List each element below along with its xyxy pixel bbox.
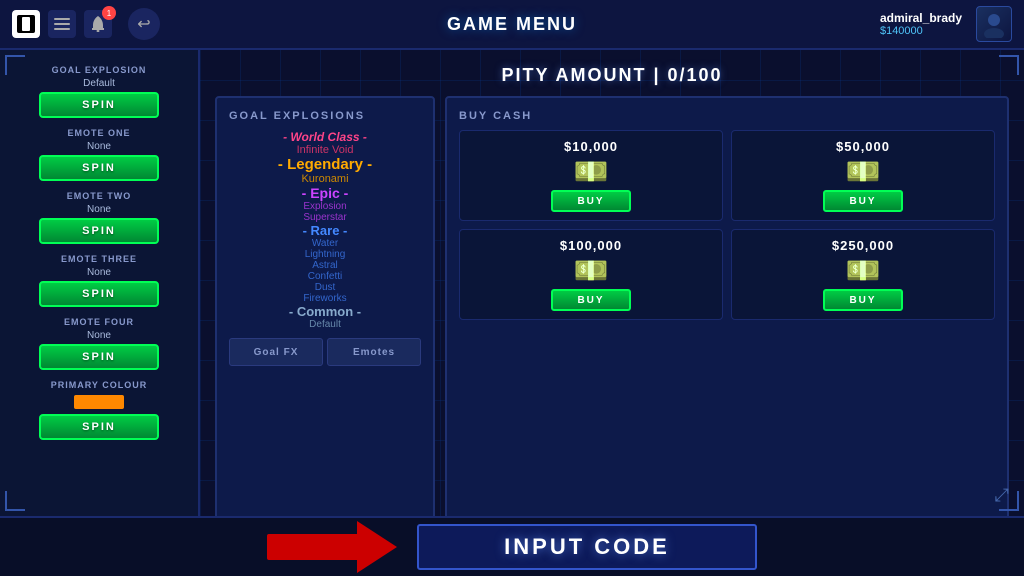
money-stack-1: 💵 <box>846 158 881 186</box>
buy-btn-2[interactable]: BUY <box>551 289 631 311</box>
rarity-epic-items: ExplosionSuperstar <box>229 201 421 223</box>
buy-cash-panel: BUY CASH $10,000 💵 BUY $50,000 💵 BUY $10… <box>445 96 1009 561</box>
arrow-head <box>357 521 397 573</box>
red-arrow-container <box>267 521 397 573</box>
goal-explosion-section: GOAL EXPLOSION Default SPIN <box>20 65 178 118</box>
goal-explosion-label: GOAL EXPLOSION <box>52 65 147 75</box>
goal-explosion-value: Default <box>83 78 115 89</box>
emote-four-label: EMOTE FOUR <box>64 317 134 327</box>
emote-two-label: EMOTE TWO <box>67 191 132 201</box>
emote-four-section: EMOTE FOUR None SPIN <box>20 317 178 370</box>
menu-icon[interactable] <box>48 10 76 38</box>
buy-price-3: $250,000 <box>832 238 894 253</box>
emote-three-value: None <box>87 267 111 278</box>
left-sidebar: GOAL EXPLOSION Default SPIN EMOTE ONE No… <box>0 50 200 576</box>
emote-four-spin-btn[interactable]: SPIN <box>39 344 159 370</box>
buy-cash-title: BUY CASH <box>459 110 995 122</box>
primary-colour-label: PRIMARY COLOUR <box>51 380 148 390</box>
notification-icon[interactable]: 1 <box>84 10 112 38</box>
expand-icon[interactable]: ⤢ <box>995 485 1009 506</box>
money-stack-3: 💵 <box>846 257 881 285</box>
goal-explosion-spin-btn[interactable]: SPIN <box>39 92 159 118</box>
tab-emotes[interactable]: Emotes <box>327 338 421 366</box>
buy-item-3: $250,000 💵 BUY <box>731 229 995 320</box>
main-content: GOAL EXPLOSION Default SPIN EMOTE ONE No… <box>0 50 1024 576</box>
back-button[interactable]: ↩ <box>128 8 160 40</box>
rarity-rare: - Rare - <box>229 223 421 238</box>
emote-four-value: None <box>87 330 111 341</box>
notification-badge: 1 <box>102 6 116 20</box>
goal-explosions-title: GOAL EXPLOSIONS <box>229 110 421 122</box>
buy-price-0: $10,000 <box>564 139 618 154</box>
money-stack-2: 💵 <box>574 257 609 285</box>
buy-item-1: $50,000 💵 BUY <box>731 130 995 221</box>
rarity-world-class-item-0: Infinite Void <box>229 144 421 156</box>
goal-explosions-panel: GOAL EXPLOSIONS - World Class - Infinite… <box>215 96 435 561</box>
rarity-legendary-item-0: Kuronami <box>229 173 421 185</box>
input-code-text: INPUT CODE <box>504 534 670 560</box>
rarity-legendary: - Legendary - <box>229 156 421 173</box>
rarity-epic: - Epic - <box>229 185 421 201</box>
top-bar-left: 1 GAME MENU ↩ <box>12 8 160 40</box>
tab-goal-fx[interactable]: Goal FX <box>229 338 323 366</box>
money-stack-0: 💵 <box>574 158 609 186</box>
buy-item-2: $100,000 💵 BUY <box>459 229 723 320</box>
primary-colour-spin-btn[interactable]: SPIN <box>39 414 159 440</box>
buy-cash-grid: $10,000 💵 BUY $50,000 💵 BUY $100,000 💵 B… <box>459 130 995 320</box>
top-bar: 1 GAME MENU ↩ admiral_brady $140000 <box>0 0 1024 50</box>
buy-item-0: $10,000 💵 BUY <box>459 130 723 221</box>
emote-one-label: EMOTE ONE <box>67 128 130 138</box>
rarity-rare-items: WaterLightningAstralConfettiDustFirework… <box>229 238 421 304</box>
roblox-icon[interactable] <box>12 10 40 38</box>
user-balance: $140000 <box>880 25 962 37</box>
center-panel: PITY AMOUNT | 0/100 GOAL EXPLOSIONS - Wo… <box>200 50 1024 576</box>
tab-row: Goal FX Emotes <box>229 338 421 366</box>
arrow-shaft <box>267 534 357 560</box>
bottom-bar: INPUT CODE <box>0 516 1024 576</box>
primary-colour-swatch <box>74 395 124 409</box>
emote-two-section: EMOTE TWO None SPIN <box>20 191 178 244</box>
emote-three-label: EMOTE THREE <box>61 254 137 264</box>
emote-one-section: EMOTE ONE None SPIN <box>20 128 178 181</box>
game-menu-title: GAME MENU <box>447 14 577 35</box>
emote-one-spin-btn[interactable]: SPIN <box>39 155 159 181</box>
emote-two-spin-btn[interactable]: SPIN <box>39 218 159 244</box>
user-info: admiral_brady $140000 <box>880 6 1012 42</box>
panels-row: GOAL EXPLOSIONS - World Class - Infinite… <box>215 96 1009 561</box>
username: admiral_brady <box>880 11 962 25</box>
emote-one-value: None <box>87 141 111 152</box>
buy-btn-3[interactable]: BUY <box>823 289 903 311</box>
emote-three-spin-btn[interactable]: SPIN <box>39 281 159 307</box>
rarity-common: - Common - <box>229 304 421 319</box>
user-avatar <box>976 6 1012 42</box>
buy-price-1: $50,000 <box>836 139 890 154</box>
buy-btn-1[interactable]: BUY <box>823 190 903 212</box>
rarity-common-item-0: Default <box>229 319 421 330</box>
input-code-button[interactable]: INPUT CODE <box>417 524 757 570</box>
buy-btn-0[interactable]: BUY <box>551 190 631 212</box>
rarity-world-class: - World Class - <box>229 130 421 144</box>
emote-three-section: EMOTE THREE None SPIN <box>20 254 178 307</box>
emote-two-value: None <box>87 204 111 215</box>
primary-colour-section: PRIMARY COLOUR SPIN <box>20 380 178 440</box>
pity-header: PITY AMOUNT | 0/100 <box>215 65 1009 86</box>
buy-price-2: $100,000 <box>560 238 622 253</box>
